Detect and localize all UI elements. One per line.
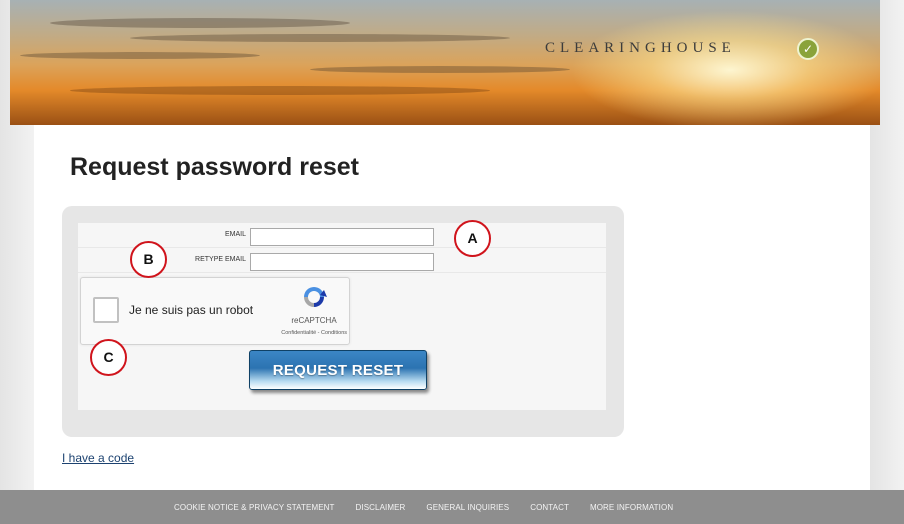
recaptcha-brand: reCAPTCHA xyxy=(291,316,337,325)
recaptcha-terms-links[interactable]: Confidentialité - Conditions xyxy=(261,330,347,336)
banner-cloud xyxy=(50,18,350,28)
banner-cloud xyxy=(130,34,510,42)
have-code-link[interactable]: I have a code xyxy=(62,451,134,465)
footer-link-cookie-notice[interactable]: COOKIE NOTICE & PRIVACY STATEMENT xyxy=(174,503,335,512)
clearinghouse-logo-text: CLEARINGHOUSE xyxy=(545,40,736,56)
sun-glow xyxy=(570,10,880,125)
email-input[interactable] xyxy=(250,228,434,246)
recaptcha-checkbox[interactable] xyxy=(93,297,119,323)
footer-link-disclaimer[interactable]: DISCLAIMER xyxy=(356,503,406,512)
request-reset-button[interactable]: REQUEST RESET xyxy=(249,350,427,390)
footer-nav: COOKIE NOTICE & PRIVACY STATEMENT DISCLA… xyxy=(174,490,673,524)
banner-cloud xyxy=(20,52,260,59)
recaptcha-label: Je ne suis pas un robot xyxy=(129,303,254,317)
header-banner: CLEARINGHOUSE ✓ xyxy=(10,0,880,125)
site-footer: COOKIE NOTICE & PRIVACY STATEMENT DISCLA… xyxy=(0,490,904,524)
check-circle-icon: ✓ xyxy=(797,38,819,60)
annotation-marker-a: A xyxy=(454,220,491,257)
annotation-marker-b: B xyxy=(130,241,167,278)
footer-link-general-inquiries[interactable]: GENERAL INQUIRIES xyxy=(426,503,509,512)
footer-link-contact[interactable]: CONTACT xyxy=(530,503,569,512)
retype-email-input[interactable] xyxy=(250,253,434,271)
recaptcha-icon xyxy=(304,287,327,307)
banner-cloud xyxy=(70,86,490,95)
email-label: EMAIL xyxy=(224,231,246,238)
recaptcha-widget: Je ne suis pas un robot reCAPTCHA Confid… xyxy=(80,277,350,345)
page-title: Request password reset xyxy=(70,153,359,181)
banner-cloud xyxy=(310,66,570,73)
footer-link-more-information[interactable]: MORE INFORMATION xyxy=(590,503,673,512)
annotation-marker-c: C xyxy=(90,339,127,376)
retype-email-label: RETYPE EMAIL xyxy=(195,256,246,263)
main-content: Request password reset EMAIL RETYPE EMAI… xyxy=(34,125,870,490)
